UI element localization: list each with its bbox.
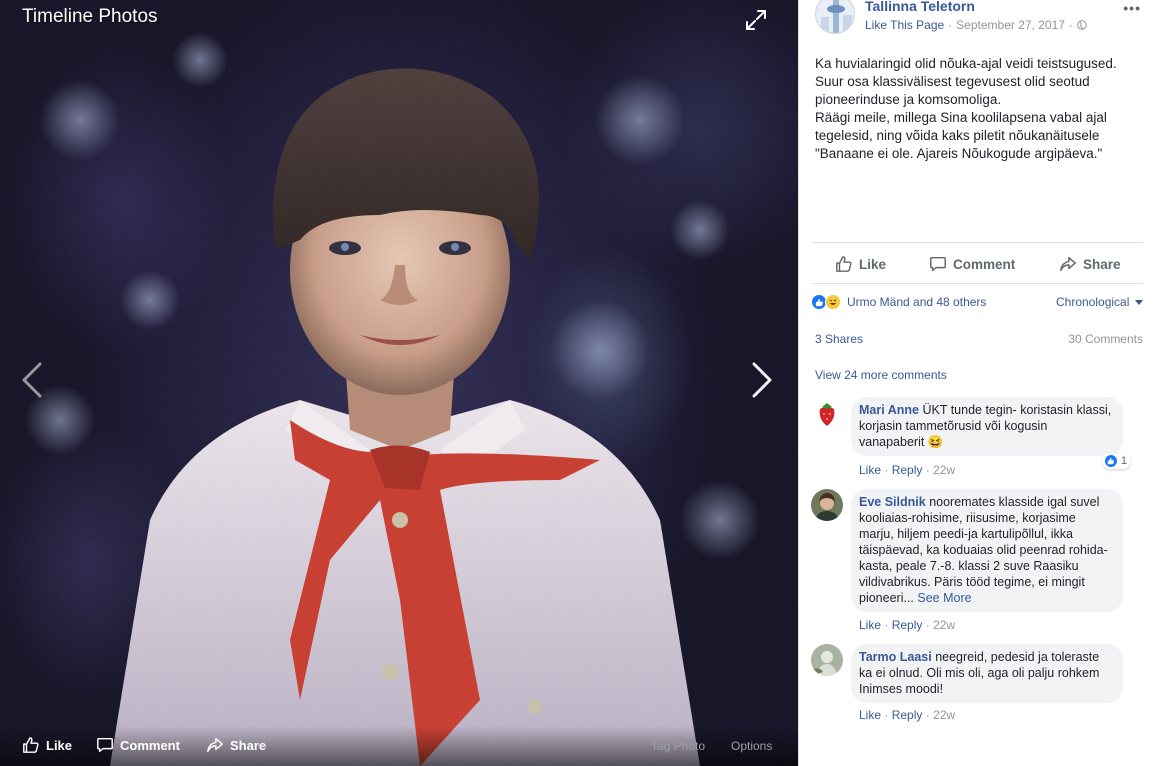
options-link[interactable]: Options: [731, 739, 772, 753]
share-arrow-icon: [207, 737, 223, 753]
photo-like-label: Like: [46, 737, 73, 753]
more-options-icon[interactable]: •••: [1123, 0, 1141, 16]
photo-image: [0, 0, 798, 766]
comment-bubble-icon: [930, 256, 946, 272]
comment-reaction-count: 1: [1120, 455, 1127, 467]
comment-author[interactable]: Eve Sildnik: [859, 495, 926, 509]
page-avatar[interactable]: [815, 0, 855, 34]
comment-reaction-badge[interactable]: 1: [1101, 453, 1131, 469]
post-action-bar: Like Comment Share: [813, 242, 1143, 284]
comment-button[interactable]: Comment: [929, 255, 1015, 273]
photo-share-label: Share: [230, 737, 267, 753]
comment-like-link[interactable]: Like: [859, 618, 881, 632]
comment-reply-link[interactable]: Reply: [892, 618, 923, 632]
comment-bubble-icon: [97, 737, 113, 753]
thumbs-up-icon: [836, 256, 852, 272]
reactions-summary[interactable]: Urmo Mänd and 48 others: [811, 294, 986, 310]
post-date[interactable]: September 27, 2017: [956, 18, 1065, 32]
meta-separator: ·: [884, 463, 889, 477]
photo-comment-label: Comment: [120, 737, 180, 753]
avatar[interactable]: [811, 489, 843, 521]
meta-separator: ·: [925, 463, 930, 477]
comment-meta: Like · Reply · 22w: [859, 708, 955, 722]
thumbs-up-icon: [23, 737, 39, 753]
post-text-line: pioneerinduse ja komsomoliga.: [815, 92, 1002, 107]
comment-bubble: Eve Sildnik nooremates klasside igal suv…: [851, 489, 1123, 612]
view-more-comments-link[interactable]: View 24 more comments: [815, 368, 947, 382]
tv-tower-logo-icon: [821, 0, 852, 33]
post-text-line: "Banaane ei ole. Ajareis Nõukogude argip…: [815, 146, 1103, 161]
comment-label: Comment: [953, 256, 1016, 272]
comment-sort-label: Chronological: [1056, 295, 1130, 309]
photo-title: Timeline Photos: [22, 6, 158, 27]
meta-separator: ·: [948, 18, 953, 32]
chevron-down-icon: [1135, 299, 1144, 305]
meta-separator: ·: [884, 618, 889, 632]
like-button[interactable]: Like: [835, 255, 886, 273]
meta-separator: ·: [925, 708, 930, 722]
post-meta: Like This Page · September 27, 2017 ·: [865, 18, 1087, 32]
comment-bubble: Mari Anne ÜKT tunde tegin- koristasin kl…: [851, 397, 1123, 456]
post-text-line: Ka huvialaringid olid nõuka-ajal veidi t…: [815, 56, 1117, 71]
post-text-line: Suur osa klassivälisest tegevusest olid …: [815, 74, 1090, 89]
post-text-line: tegelesid, ning võida kaks piletit nõuka…: [815, 128, 1100, 143]
comments-count[interactable]: 30 Comments: [1068, 332, 1143, 346]
comment-text: nooremates klasside igal suvel kooliaias…: [859, 495, 1108, 605]
strawberry-icon: [811, 397, 843, 429]
share-button[interactable]: Share: [1059, 255, 1121, 273]
next-photo-icon[interactable]: [748, 360, 776, 400]
avatar[interactable]: [811, 397, 843, 429]
comment-author[interactable]: Tarmo Laasi: [859, 650, 932, 664]
globe-icon: [1077, 20, 1087, 30]
like-reaction-icon: [1103, 454, 1118, 468]
comment-time[interactable]: 22w: [933, 618, 955, 632]
photo-share-button[interactable]: Share: [206, 736, 266, 754]
meta-separator: ·: [925, 618, 930, 632]
see-more-link[interactable]: See More: [917, 591, 971, 605]
comment-reply-link[interactable]: Reply: [892, 708, 923, 722]
post-text-line: Räägi meile, millega Sina koolilapsena v…: [815, 110, 1107, 125]
meta-separator: ·: [1068, 18, 1073, 32]
comment-author[interactable]: Mari Anne: [859, 403, 919, 417]
post-text: Ka huvialaringid olid nõuka-ajal veidi t…: [815, 55, 1150, 163]
photo-viewer[interactable]: Timeline Photos Like Comment Share Tag P: [0, 0, 798, 766]
user-photo-icon: [811, 489, 843, 521]
comment-meta: Like · Reply · 22w: [859, 618, 955, 632]
comment-bubble: Tarmo Laasi neegreid, pedesid ja toleras…: [851, 644, 1123, 703]
comment-sort-dropdown[interactable]: Chronological: [1056, 295, 1144, 309]
page-name[interactable]: Tallinna Teletorn: [865, 0, 975, 14]
comment-time[interactable]: 22w: [933, 463, 955, 477]
previous-photo-icon[interactable]: [18, 360, 46, 400]
avatar[interactable]: [811, 644, 843, 676]
user-photo-icon: [811, 644, 843, 676]
reactions-text: Urmo Mänd and 48 others: [847, 295, 987, 309]
comment-like-link[interactable]: Like: [859, 463, 881, 477]
like-label: Like: [859, 256, 887, 272]
photo-like-button[interactable]: Like: [22, 736, 72, 754]
like-page-link[interactable]: Like This Page: [865, 18, 944, 32]
post-panel: Tallinna Teletorn Like This Page · Septe…: [798, 0, 1161, 766]
comment-time[interactable]: 22w: [933, 708, 955, 722]
expand-icon[interactable]: [744, 8, 768, 32]
photo-action-bar: Like Comment Share Tag Photo Options: [0, 726, 798, 766]
comment-meta: Like · Reply · 22w: [859, 463, 955, 477]
share-arrow-icon: [1060, 256, 1076, 272]
photo-comment-button[interactable]: Comment: [96, 736, 180, 754]
share-label: Share: [1083, 256, 1121, 272]
comment-like-link[interactable]: Like: [859, 708, 881, 722]
shares-link[interactable]: 3 Shares: [815, 332, 863, 346]
haha-reaction-icon: [825, 294, 841, 310]
meta-separator: ·: [884, 708, 889, 722]
tag-photo-link[interactable]: Tag Photo: [651, 739, 705, 753]
comment-reply-link[interactable]: Reply: [892, 463, 923, 477]
